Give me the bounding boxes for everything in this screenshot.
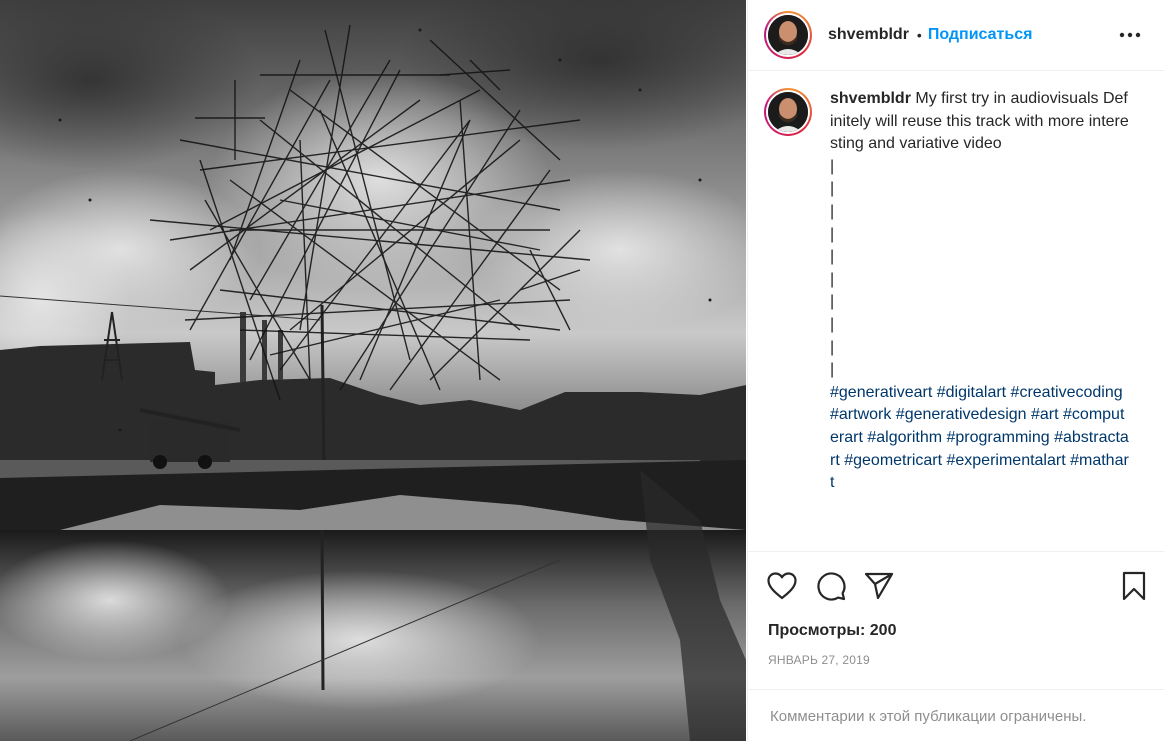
avatar-photo [768, 92, 808, 132]
separator-dot: • [916, 27, 922, 43]
username-link[interactable]: shvembldr [828, 26, 909, 44]
caption-body: My first try in audiovisuals Definitely … [830, 90, 1129, 379]
caption-area[interactable]: shvembldr My first try in audiovisuals D… [748, 72, 1164, 550]
caption-text: shvembldr My first try in audiovisuals D… [830, 88, 1130, 495]
avatar-photo [768, 15, 808, 55]
action-icons [764, 568, 1149, 604]
comment-icon[interactable] [813, 568, 849, 604]
post-header: shvembldr • Подписаться [748, 0, 1164, 71]
post-media[interactable] [0, 0, 746, 741]
avatar[interactable] [764, 11, 812, 59]
post-date[interactable]: ЯНВАРЬ 27, 2019 [768, 653, 870, 667]
follow-button[interactable]: Подписаться [928, 26, 1033, 44]
post-image [0, 0, 746, 741]
bookmark-icon[interactable] [1116, 568, 1152, 604]
caption-hashtags[interactable]: #generativeart #digitalart #creativecodi… [830, 384, 1129, 491]
post-sidebar: shvembldr • Подписаться shvembldr My fir… [747, 0, 1164, 741]
caption-avatar[interactable] [764, 88, 812, 136]
view-count[interactable]: Просмотры: 200 [768, 622, 896, 640]
comments-restricted-notice: Комментарии к этой публикации ограничены… [748, 689, 1164, 741]
heart-icon[interactable] [764, 568, 800, 604]
post-actions: Просмотры: 200 ЯНВАРЬ 27, 2019 Комментар… [748, 551, 1164, 741]
caption: shvembldr My first try in audiovisuals D… [748, 72, 1164, 495]
paper-plane-icon[interactable] [861, 568, 897, 604]
caption-username[interactable]: shvembldr [830, 90, 911, 107]
more-options-icon[interactable] [1117, 22, 1143, 48]
